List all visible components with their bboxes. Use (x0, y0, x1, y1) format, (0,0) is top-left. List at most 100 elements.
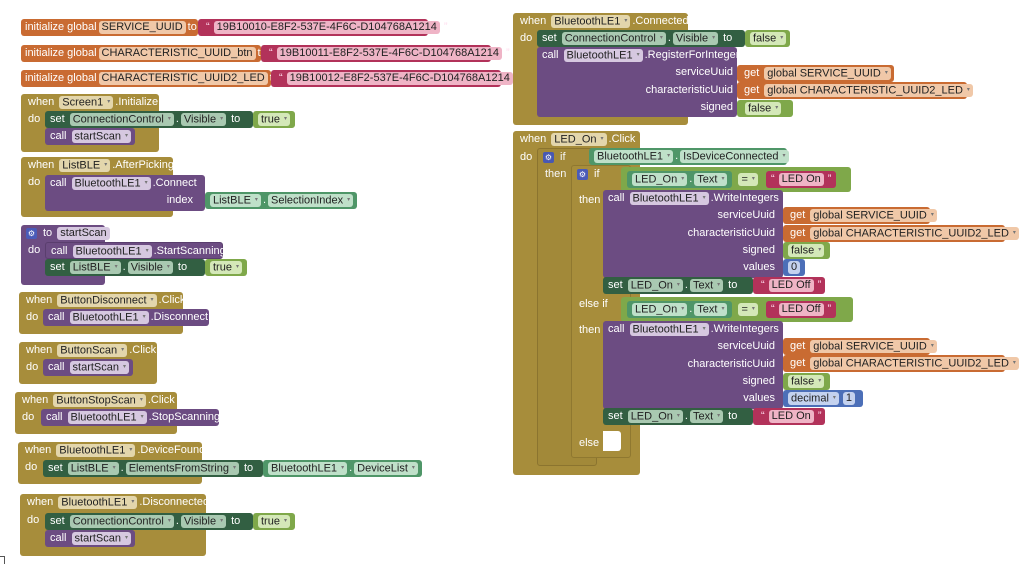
get-global-characteristic-uuid2-led[interactable]: get global CHARACTERISTIC_UUID2_LED ▾ (783, 225, 1019, 242)
procedure-dropdown[interactable]: startScan ▾ (71, 129, 131, 143)
variable-dropdown[interactable]: global SERVICE_UUID ▾ (810, 208, 937, 222)
variable-dropdown[interactable]: global SERVICE_UUID ▾ (764, 66, 891, 80)
get-led-on-text[interactable]: LED_On ▾ . Text ▾ (627, 170, 733, 188)
text-value-field[interactable]: 19B10011-E8F2-537E-4F6C-D104768A1214 (276, 46, 503, 60)
call-bluetoothle1-writeintegers[interactable]: call BluetoothLE1 ▾ .WriteIntegers servic… (603, 321, 783, 409)
get-global-characteristic-uuid2-led[interactable]: get global CHARACTERISTIC_UUID2_LED ▾ (737, 82, 973, 99)
property-dropdown[interactable]: DeviceList ▾ (354, 461, 418, 475)
get-listble-selectionindex[interactable]: ListBLE ▾ . SelectionIndex ▾ (205, 192, 357, 209)
get-bluetoothle1-isdeviceconnected[interactable]: BluetoothLE1 ▾ . IsDeviceConnected ▾ (589, 148, 789, 165)
component-dropdown[interactable]: Screen1 ▾ (59, 95, 114, 109)
global-init-characteristic-uuid2-led[interactable]: initialize global CHARACTERISTIC_UUID2_L… (21, 70, 279, 87)
component-dropdown[interactable]: ConnectionControl ▾ (69, 112, 174, 126)
call-bluetoothle1-startscanning[interactable]: call BluetoothLE1 ▾ .StartScanning (45, 242, 226, 259)
property-dropdown[interactable]: Text ▾ (694, 302, 728, 316)
set-led-on-text[interactable]: set LED_On ▾ . Text ▾ to (603, 408, 753, 425)
math-number-block[interactable]: decimal ▾ 1 (783, 390, 863, 407)
compare-block[interactable]: LED_On ▾ . Text ▾ = ▾ “LED On” (621, 167, 851, 192)
set-connectioncontrol-visible[interactable]: set ConnectionControl ▾ . Visible ▾ to (45, 111, 253, 128)
text-value-block[interactable]: “19B10010-E8F2-537E-4F6C-D104768A1214” (198, 19, 448, 36)
variable-dropdown[interactable]: global CHARACTERISTIC_UUID2_LED ▾ (810, 226, 1019, 240)
component-dropdown[interactable]: LED_On ▾ (632, 302, 688, 316)
call-bluetoothle1-connect[interactable]: call BluetoothLE1 ▾ .Connect index (45, 175, 205, 211)
component-dropdown[interactable]: ButtonDisconnect ▾ (57, 293, 157, 307)
component-dropdown[interactable]: BluetoothLE1 ▾ (629, 191, 709, 205)
call-bluetoothle1-disconnect[interactable]: call BluetoothLE1 ▾ .Disconnect (43, 309, 209, 326)
text-literal[interactable]: “LED On” (765, 170, 837, 188)
component-dropdown[interactable]: BluetoothLE1 ▾ (56, 443, 136, 457)
component-dropdown[interactable]: ListBLE ▾ (210, 193, 261, 207)
component-dropdown[interactable]: BluetoothLE1 ▾ (551, 14, 631, 28)
component-dropdown[interactable]: BluetoothLE1 ▾ (594, 149, 674, 163)
boolean-dropdown[interactable]: false ▾ (750, 31, 787, 45)
component-dropdown[interactable]: BluetoothLE1 ▾ (563, 48, 643, 62)
text-literal[interactable]: “LED On” (753, 408, 825, 425)
property-dropdown[interactable]: Text ▾ (689, 278, 724, 292)
number-field[interactable]: 0 (788, 260, 801, 274)
call-startscan[interactable]: call startScan ▾ (43, 359, 133, 376)
component-dropdown[interactable]: ConnectionControl ▾ (561, 31, 666, 45)
text-value-block[interactable]: “19B10011-E8F2-537E-4F6C-D104768A1214” (261, 45, 510, 62)
global-init-characteristic-uuid-btn[interactable]: initialize global CHARACTERISTIC_UUID_bt… (21, 45, 267, 62)
boolean-dropdown[interactable]: false ▾ (788, 243, 825, 257)
set-connectioncontrol-visible[interactable]: set ConnectionControl ▾ . Visible ▾ to (537, 30, 745, 47)
get-bluetoothle1-devicelist[interactable]: BluetoothLE1 ▾ . DeviceList ▾ (263, 460, 422, 477)
property-dropdown[interactable]: SelectionIndex ▾ (268, 193, 354, 207)
operator-dropdown[interactable]: = ▾ (738, 302, 758, 316)
text-value-field[interactable]: LED Off (778, 302, 824, 316)
math-number-block[interactable]: 0 (783, 259, 805, 276)
component-dropdown[interactable]: ListBLE ▾ (67, 461, 119, 475)
component-dropdown[interactable]: LED_On ▾ (632, 172, 688, 186)
property-dropdown[interactable]: Visible ▾ (180, 514, 227, 528)
call-bluetoothle1-writeintegers[interactable]: call BluetoothLE1 ▾ .WriteIntegers servic… (603, 190, 783, 278)
set-connectioncontrol-visible[interactable]: set ConnectionControl ▾ . Visible ▾ to (45, 513, 253, 530)
text-literal[interactable]: “LED Off” (765, 300, 837, 318)
number-format-dropdown[interactable]: decimal ▾ (788, 391, 839, 405)
boolean-dropdown[interactable]: true ▾ (258, 112, 290, 126)
gear-icon[interactable]: ⚙ (26, 227, 37, 239)
call-bluetoothle1-stopscanning[interactable]: call BluetoothLE1 ▾ .StopScanning (41, 409, 220, 426)
property-dropdown[interactable]: Text ▾ (689, 409, 724, 423)
logic-false-block[interactable]: false ▾ (745, 30, 790, 47)
get-global-service-uuid[interactable]: get global SERVICE_UUID ▾ (783, 338, 937, 355)
procedure-name-field[interactable]: startScan (57, 226, 110, 240)
logic-false-block[interactable]: false ▾ (783, 242, 830, 259)
number-field[interactable]: 1 (842, 391, 856, 405)
component-dropdown[interactable]: BluetoothLE1 ▾ (67, 410, 147, 424)
boolean-dropdown[interactable]: true ▾ (258, 514, 290, 528)
text-literal[interactable]: “LED Off” (753, 277, 825, 294)
component-dropdown[interactable]: ButtonScan ▾ (57, 343, 128, 357)
call-startscan[interactable]: call startScan ▾ (45, 530, 135, 547)
logic-false-block[interactable]: false ▾ (783, 373, 830, 390)
global-init-service-uuid[interactable]: initialize global SERVICE_UUID to (21, 19, 198, 36)
component-dropdown[interactable]: ListBLE ▾ (59, 158, 111, 172)
else-empty-slot[interactable] (603, 431, 621, 451)
boolean-dropdown[interactable]: false ▾ (745, 101, 782, 115)
component-dropdown[interactable]: BluetoothLE1 ▾ (58, 495, 138, 509)
component-dropdown[interactable]: LED_On ▾ (627, 278, 683, 292)
set-led-on-text[interactable]: set LED_On ▾ . Text ▾ to (603, 277, 753, 294)
global-name-field[interactable]: CHARACTERISTIC_UUID2_LED (98, 71, 268, 85)
logic-true-block[interactable]: true ▾ (253, 513, 295, 530)
call-bluetoothle1-registerforintegers[interactable]: call BluetoothLE1 ▾ .RegisterForIntegers … (537, 47, 745, 117)
component-dropdown[interactable]: LED_On ▾ (551, 132, 607, 146)
component-dropdown[interactable]: BluetoothLE1 ▾ (629, 322, 709, 336)
procedure-dropdown[interactable]: startScan ▾ (71, 531, 131, 545)
property-dropdown[interactable]: Visible ▾ (180, 112, 227, 126)
property-dropdown[interactable]: Text ▾ (694, 172, 728, 186)
property-dropdown[interactable]: Visible ▾ (127, 260, 173, 274)
boolean-dropdown[interactable]: true ▾ (210, 260, 242, 274)
get-global-service-uuid[interactable]: get global SERVICE_UUID ▾ (783, 207, 937, 224)
component-dropdown[interactable]: LED_On ▾ (627, 409, 683, 423)
variable-dropdown[interactable]: global CHARACTERISTIC_UUID2_LED ▾ (810, 356, 1019, 370)
set-listble-visible[interactable]: set ListBLE ▾ . Visible ▾ to (45, 259, 205, 276)
gear-icon[interactable]: ⚙ (577, 168, 588, 180)
operator-dropdown[interactable]: = ▾ (738, 172, 758, 186)
text-value-field[interactable]: 19B10010-E8F2-537E-4F6C-D104768A1214 (213, 20, 440, 34)
component-dropdown[interactable]: BluetoothLE1 ▾ (69, 310, 149, 324)
global-name-field[interactable]: SERVICE_UUID (98, 20, 186, 34)
compare-block[interactable]: LED_On ▾ . Text ▾ = ▾ “LED Off” (621, 297, 853, 322)
component-dropdown[interactable]: BluetoothLE1 ▾ (268, 461, 348, 475)
text-value-field[interactable]: LED On (778, 172, 824, 186)
component-dropdown[interactable]: ButtonStopScan ▾ (53, 393, 146, 407)
